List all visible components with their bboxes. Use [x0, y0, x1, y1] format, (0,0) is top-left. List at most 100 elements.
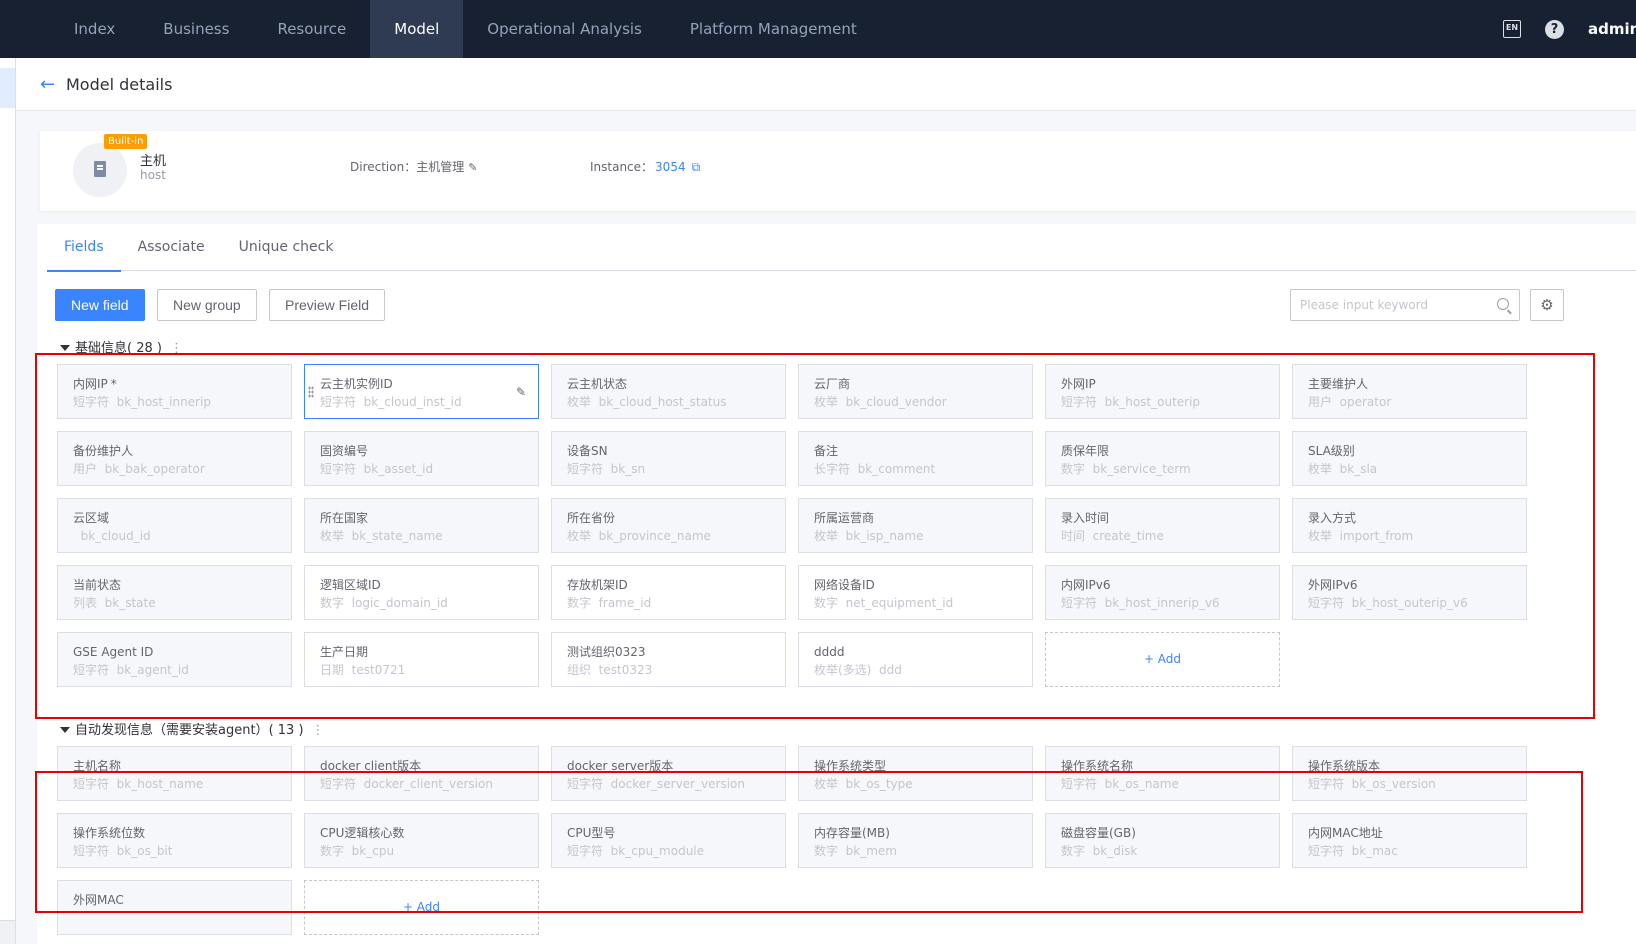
field-card[interactable]: 外网IP 短字符 bk_host_outerip: [1045, 364, 1280, 419]
field-name: 质保年限: [1061, 444, 1110, 458]
field-name-row: 所属运营商: [814, 509, 1018, 527]
field-card[interactable]: SLA级别 枚举 bk_sla: [1292, 431, 1527, 486]
field-card[interactable]: CPU逻辑核心数 数字 bk_cpu: [304, 813, 539, 868]
field-meta-gap: [603, 777, 611, 791]
field-card[interactable]: 外网MAC: [57, 880, 292, 935]
field-meta-gap: [356, 395, 364, 409]
field-card[interactable]: 内网MAC地址 短字符 bk_mac: [1292, 813, 1527, 868]
field-type: 短字符: [1308, 844, 1345, 858]
field-card[interactable]: 操作系统版本 短字符 bk_os_version: [1292, 746, 1527, 801]
field-card[interactable]: docker client版本 短字符 docker_client_version: [304, 746, 539, 801]
tab-fields[interactable]: Fields: [47, 224, 121, 272]
field-card[interactable]: 云主机状态 枚举 bk_cloud_host_status: [551, 364, 786, 419]
field-card[interactable]: 磁盘容量(GB) 数字 bk_disk: [1045, 813, 1280, 868]
field-card[interactable]: 存放机架ID 数字 frame_id: [551, 565, 786, 620]
field-meta-row: 枚举 bk_cloud_vendor: [814, 393, 1018, 411]
field-name: 录入方式: [1308, 511, 1357, 525]
collapse-triangle-icon[interactable]: [60, 727, 70, 733]
field-card[interactable]: 录入方式 枚举 import_from: [1292, 498, 1527, 553]
sidebar-active-item[interactable]: [0, 68, 15, 108]
field-card[interactable]: 网络设备ID 数字 net_equipment_id: [798, 565, 1033, 620]
edit-pencil-icon[interactable]: ✎: [468, 161, 477, 174]
field-card[interactable]: 当前状态 列表 bk_state: [57, 565, 292, 620]
more-vertical-icon[interactable]: ⋮: [312, 723, 325, 738]
new-field-button[interactable]: New field: [55, 289, 145, 321]
settings-gear-icon[interactable]: ⚙: [1530, 289, 1564, 321]
field-card[interactable]: docker server版本 短字符 docker_server_version: [551, 746, 786, 801]
field-card[interactable]: 录入时间 时间 create_time: [1045, 498, 1280, 553]
field-card[interactable]: 云主机实例ID 短字符 bk_cloud_inst_id ✎: [304, 364, 539, 419]
language-icon[interactable]: EN: [1503, 20, 1521, 38]
field-card[interactable]: 操作系统名称 短字符 bk_os_name: [1045, 746, 1280, 801]
field-card[interactable]: 测试组织0323 组织 test0323: [551, 632, 786, 687]
field-name: 固资编号: [320, 444, 369, 458]
help-icon[interactable]: ?: [1545, 19, 1564, 39]
field-card[interactable]: 质保年限 数字 bk_service_term: [1045, 431, 1280, 486]
search-icon[interactable]: [1497, 298, 1509, 310]
field-card[interactable]: 操作系统类型 枚举 bk_os_type: [798, 746, 1033, 801]
drag-handle-icon[interactable]: [308, 386, 314, 398]
instance-count-link[interactable]: 3054: [655, 160, 686, 174]
sidebar-toggle[interactable]: [0, 920, 15, 944]
field-card[interactable]: 备份维护人 用户 bk_bak_operator: [57, 431, 292, 486]
search-input[interactable]: [1300, 290, 1490, 320]
field-card[interactable]: 逻辑区域ID 数字 logic_domain_id: [304, 565, 539, 620]
edit-pencil-icon[interactable]: ✎: [516, 385, 526, 399]
nav-item-platform-management[interactable]: Platform Management: [666, 0, 881, 58]
field-type: 短字符: [567, 844, 604, 858]
tab-associate[interactable]: Associate: [121, 224, 222, 271]
collapse-triangle-icon[interactable]: [60, 345, 70, 351]
add-field-button[interactable]: + Add: [304, 880, 539, 935]
field-id: bk_os_version: [1351, 777, 1436, 791]
field-card[interactable]: 外网IPv6 短字符 bk_host_outerip_v6: [1292, 565, 1527, 620]
field-card[interactable]: 所属运营商 枚举 bk_isp_name: [798, 498, 1033, 553]
group-header-autodiscovery[interactable]: 自动发现信息（需要安装agent）( 13 ) ⋮: [60, 719, 325, 738]
field-name: 内存容量(MB): [814, 826, 890, 840]
field-type: 短字符: [1061, 777, 1098, 791]
add-field-button[interactable]: + Add: [1045, 632, 1280, 687]
nav-item-operational-analysis[interactable]: Operational Analysis: [463, 0, 666, 58]
field-name-row: 内存容量(MB): [814, 824, 1018, 842]
field-card[interactable]: 内存容量(MB) 数字 bk_mem: [798, 813, 1033, 868]
tab-unique-check[interactable]: Unique check: [222, 224, 351, 271]
field-card[interactable]: 主要维护人 用户 operator: [1292, 364, 1527, 419]
field-id: test0721: [351, 663, 406, 677]
field-card[interactable]: GSE Agent ID 短字符 bk_agent_id: [57, 632, 292, 687]
back-arrow-icon[interactable]: ←: [40, 74, 60, 95]
field-meta-gap: [838, 529, 846, 543]
external-link-icon[interactable]: ⧉: [692, 160, 701, 174]
field-id: create_time: [1092, 529, 1164, 543]
more-vertical-icon[interactable]: ⋮: [170, 341, 183, 356]
field-meta-row: 时间 create_time: [1061, 527, 1265, 545]
nav-item-model[interactable]: Model: [370, 0, 464, 58]
field-card[interactable]: 主机名称 短字符 bk_host_name: [57, 746, 292, 801]
field-card[interactable]: 所在省份 枚举 bk_province_name: [551, 498, 786, 553]
field-card[interactable]: 内网IPv6 短字符 bk_host_innerip_v6: [1045, 565, 1280, 620]
field-meta-gap: [356, 462, 364, 476]
field-type: 数字: [814, 844, 839, 858]
field-card[interactable]: 云区域 bk_cloud_id: [57, 498, 292, 553]
field-name: 存放机架ID: [567, 578, 628, 592]
field-type: 短字符: [320, 395, 357, 409]
field-meta-gap: [344, 529, 352, 543]
nav-item-business[interactable]: Business: [139, 0, 253, 58]
field-card[interactable]: 生产日期 日期 test0721: [304, 632, 539, 687]
field-card[interactable]: 固资编号 短字符 bk_asset_id: [304, 431, 539, 486]
user-menu[interactable]: admin: [1588, 20, 1636, 38]
nav-item-index[interactable]: Index: [50, 0, 139, 58]
field-meta-gap: [1097, 596, 1105, 610]
field-card[interactable]: dddd 枚举(多选) ddd: [798, 632, 1033, 687]
field-card[interactable]: 备注 长字符 bk_comment: [798, 431, 1033, 486]
field-id: operator: [1339, 395, 1392, 409]
group-header-basic[interactable]: 基础信息( 28 ) ⋮: [60, 337, 183, 356]
field-card[interactable]: 设备SN 短字符 bk_sn: [551, 431, 786, 486]
field-card[interactable]: 操作系统位数 短字符 bk_os_bit: [57, 813, 292, 868]
field-card[interactable]: CPU型号 短字符 bk_cpu_module: [551, 813, 786, 868]
nav-item-resource[interactable]: Resource: [253, 0, 370, 58]
field-card[interactable]: 云厂商 枚举 bk_cloud_vendor: [798, 364, 1033, 419]
field-meta-gap: [871, 663, 879, 677]
field-card[interactable]: 内网IP * 短字符 bk_host_innerip: [57, 364, 292, 419]
preview-field-button[interactable]: Preview Field: [269, 289, 386, 321]
new-group-button[interactable]: New group: [157, 289, 257, 321]
field-card[interactable]: 所在国家 枚举 bk_state_name: [304, 498, 539, 553]
